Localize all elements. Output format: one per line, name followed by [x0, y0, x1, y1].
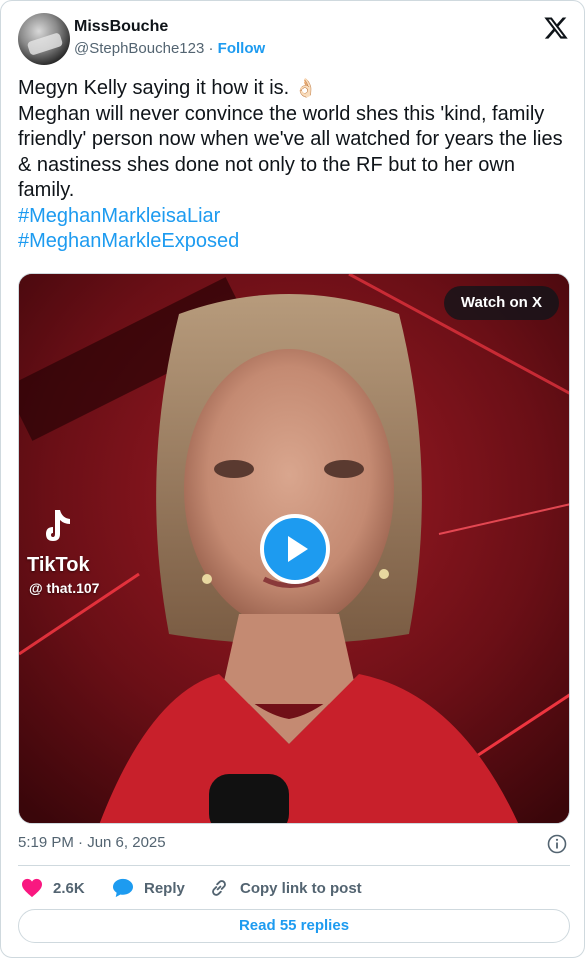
hashtag-link[interactable]: #MeghanMarkleisaLiar	[18, 205, 220, 227]
divider	[18, 865, 570, 866]
heart-icon	[22, 878, 42, 898]
watch-on-x-button[interactable]: Watch on X	[443, 286, 559, 320]
video-player[interactable]: Watch on X TikTok @ that.107	[18, 273, 570, 824]
play-button[interactable]	[260, 514, 330, 584]
handle-row: @StephBouche123 · Follow	[74, 40, 265, 57]
post-line-1: Megyn Kelly saying it how it is. 👌🏻	[18, 77, 318, 99]
reply-button[interactable]: Reply	[112, 877, 185, 899]
author-name[interactable]: MissBouche	[74, 18, 168, 36]
x-logo-icon[interactable]	[543, 15, 569, 41]
follow-link[interactable]: Follow	[218, 40, 266, 57]
copy-link-button[interactable]: Copy link to post	[208, 877, 362, 899]
post-timestamp[interactable]: 5:19 PM · Jun 6, 2025	[18, 834, 166, 851]
like-button[interactable]: 2.6K	[21, 877, 85, 899]
play-icon	[288, 536, 308, 562]
tiktok-username: @ that.107	[29, 580, 100, 596]
handle-separator: ·	[208, 40, 214, 57]
like-count: 2.6K	[53, 879, 85, 897]
post-header: MissBouche @StephBouche123 · Follow	[18, 13, 571, 65]
embedded-post-card: MissBouche @StephBouche123 · Follow Megy…	[0, 0, 585, 958]
link-icon	[212, 880, 226, 896]
read-replies-button[interactable]: Read 55 replies	[18, 909, 570, 943]
author-handle[interactable]: @StephBouche123	[74, 40, 204, 57]
ok-hand-emoji: 👌🏻	[294, 78, 318, 98]
reply-label: Reply	[144, 879, 185, 897]
avatar[interactable]	[18, 13, 70, 65]
hashtag-link[interactable]: #MeghanMarkleExposed	[18, 230, 239, 252]
post-body: Meghan will never convince the world she…	[18, 102, 563, 202]
post-actions: 2.6K Reply Copy link to post	[18, 877, 570, 899]
tiktok-logo-icon	[46, 510, 70, 541]
tiktok-brand-label: TikTok	[27, 554, 90, 576]
info-icon[interactable]	[547, 834, 567, 854]
speech-bubble-icon	[113, 878, 133, 898]
copy-link-label: Copy link to post	[240, 879, 362, 897]
post-text: Megyn Kelly saying it how it is. 👌🏻 Megh…	[18, 76, 563, 255]
